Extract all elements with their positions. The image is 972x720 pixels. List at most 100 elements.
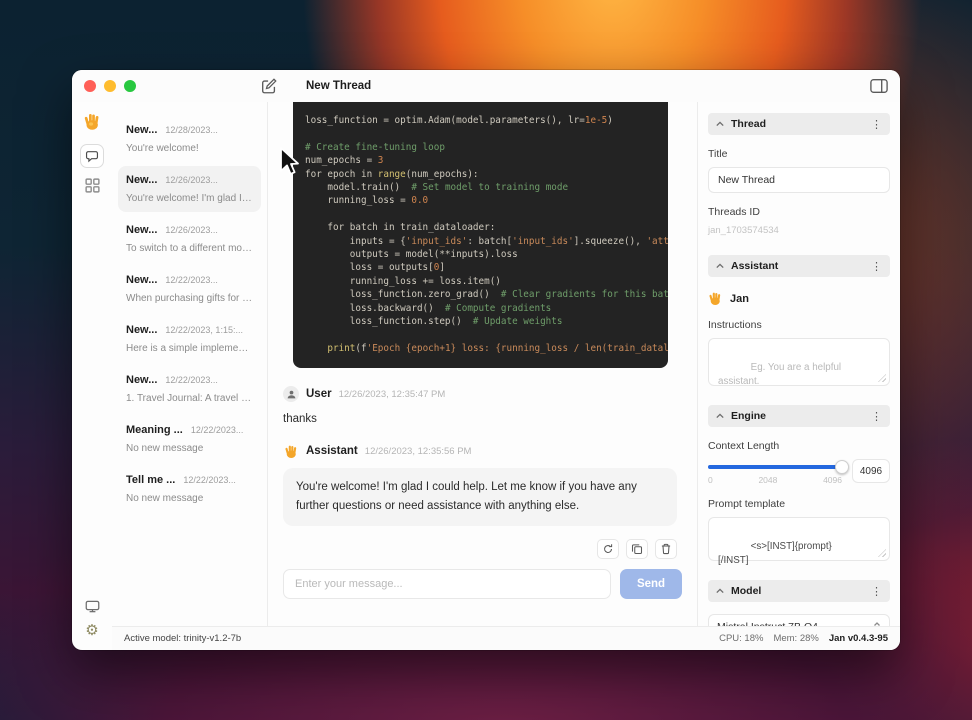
section-label: Assistant	[731, 260, 779, 272]
message-actions	[288, 538, 677, 559]
thread-item-preview: You're welcome!	[126, 143, 199, 154]
resize-handle[interactable]	[878, 549, 886, 557]
message-input-row: Send	[283, 568, 682, 599]
assistant-name: Jan	[730, 292, 749, 305]
threads-id-label: Threads ID	[708, 206, 760, 218]
app-version: Jan v0.4.3-95	[828, 633, 888, 644]
thread-item-title: New...	[126, 224, 158, 236]
section-label: Engine	[731, 410, 767, 422]
thread-item-preview: You're welcome! I'm glad I cou...	[126, 193, 253, 204]
thread-item-preview: To switch to a different model,...	[126, 243, 253, 254]
thread-item-date: 12/22/2023...	[165, 275, 218, 285]
thread-item-title: New...	[126, 274, 158, 286]
jan-wave-logo-icon	[83, 112, 102, 131]
system-monitor-icon[interactable]	[85, 599, 100, 614]
right-panel: Thread ⋮ Title Threads ID jan_1703574534…	[698, 102, 900, 626]
user-message-text: thanks	[283, 413, 317, 425]
thread-item-preview: Here is a simple implementati...	[126, 343, 253, 354]
thread-list-item[interactable]: New... 12/22/2023... 1. Travel Journal: …	[118, 366, 261, 412]
title-label: Title	[708, 148, 728, 160]
memory-status: Mem: 28%	[773, 633, 819, 644]
section-header-assistant[interactable]: Assistant ⋮	[708, 255, 890, 277]
code-block: loss_function = optim.Adam(model.paramet…	[293, 102, 668, 368]
prompt-template-label: Prompt template	[708, 498, 786, 510]
resize-handle[interactable]	[878, 374, 886, 382]
regenerate-button[interactable]	[597, 538, 619, 559]
thread-item-date: 12/26/2023...	[165, 225, 218, 235]
left-rail: ⚙	[72, 102, 112, 650]
copy-button[interactable]	[626, 538, 648, 559]
thread-title-input[interactable]	[708, 167, 890, 193]
assistant-identity: Jan	[708, 291, 890, 306]
prompt-template-textarea[interactable]: <s>[INST]{prompt} [/INST]	[708, 517, 890, 566]
new-thread-compose-icon[interactable]	[260, 77, 278, 95]
thread-item-preview: When purchasing gifts for in-...	[126, 293, 253, 304]
kebab-menu-icon[interactable]: ⋮	[871, 118, 882, 131]
active-model-status: Active model: trinity-v1.2-7b	[124, 633, 242, 644]
thread-list-item[interactable]: New... 12/22/2023... When purchasing gif…	[118, 266, 261, 312]
message-input[interactable]	[283, 568, 611, 599]
thread-item-title: Meaning ...	[126, 424, 183, 436]
thread-item-preview: No new message	[126, 443, 204, 454]
nav-hub-grid-icon[interactable]	[84, 178, 100, 193]
prompt-template-value: <s>[INST]{prompt} [/INST]	[718, 541, 832, 567]
thread-item-date: 12/28/2023...	[165, 125, 218, 135]
thread-item-date: 12/26/2023...	[165, 175, 218, 185]
model-select[interactable]: Mistral Instruct 7B Q4	[708, 614, 890, 626]
user-avatar	[283, 386, 299, 402]
assistant-message-header: Assistant 12/26/2023, 12:35:56 PM	[283, 443, 682, 459]
window-title: New Thread	[306, 80, 372, 92]
kebab-menu-icon[interactable]: ⋮	[871, 410, 882, 423]
chevron-up-icon[interactable]	[716, 262, 724, 270]
cpu-status: CPU: 18%	[719, 633, 764, 644]
instructions-textarea[interactable]: Eg. You are a helpful assistant.	[708, 338, 890, 388]
traffic-lights	[84, 80, 136, 92]
kebab-menu-icon[interactable]: ⋮	[871, 260, 882, 273]
section-header-thread[interactable]: Thread ⋮	[708, 113, 890, 135]
toggle-right-panel-icon[interactable]	[870, 78, 888, 94]
thread-item-title: New...	[126, 124, 158, 136]
settings-gear-icon[interactable]: ⚙	[85, 623, 98, 638]
thread-item-date: 12/22/2023...	[165, 375, 218, 385]
thread-list-item[interactable]: New... 12/22/2023, 1:15:... Here is a si…	[118, 316, 261, 362]
jan-wave-icon	[708, 291, 723, 306]
send-button[interactable]: Send	[620, 568, 682, 599]
status-bar: Active model: trinity-v1.2-7b CPU: 18% M…	[112, 626, 900, 650]
context-length-control: 0 2048 4096 4096	[708, 459, 890, 485]
jan-app-window: New Thread ⚙ New... 12/28/2023... You're…	[72, 70, 900, 650]
message-timestamp: 12/26/2023, 12:35:47 PM	[338, 388, 446, 400]
delete-button[interactable]	[655, 538, 677, 559]
context-length-label: Context Length	[708, 440, 780, 452]
thread-list-item[interactable]: Meaning ... 12/22/2023... No new message	[118, 416, 261, 462]
context-length-value[interactable]: 4096	[852, 459, 890, 483]
zoom-window-button[interactable]	[124, 80, 136, 92]
slider-knob[interactable]	[835, 460, 849, 474]
kebab-menu-icon[interactable]: ⋮	[871, 585, 882, 598]
instructions-placeholder: Eg. You are a helpful assistant.	[718, 362, 844, 388]
thread-item-title: Tell me ...	[126, 474, 176, 486]
thread-item-title: New...	[126, 374, 158, 386]
close-window-button[interactable]	[84, 80, 96, 92]
thread-list: New... 12/28/2023... You're welcome! New…	[112, 102, 268, 626]
minimize-window-button[interactable]	[104, 80, 116, 92]
thread-item-date: 12/22/2023...	[190, 425, 244, 435]
desktop-wallpaper: { "titlebar": { "title": "New Thread" },…	[0, 0, 972, 720]
thread-list-item[interactable]: New... 12/28/2023... You're welcome!	[118, 116, 261, 162]
thread-list-item[interactable]: New... 12/26/2023... To switch to a diff…	[118, 216, 261, 262]
thread-item-title: New...	[126, 174, 158, 186]
message-role: Assistant	[306, 445, 358, 457]
message-timestamp: 12/26/2023, 12:35:56 PM	[364, 445, 472, 457]
thread-item-date: 12/22/2023...	[183, 475, 236, 485]
nav-chat-button[interactable]	[80, 144, 104, 168]
thread-item-preview: 1. Travel Journal: A travel journ...	[126, 393, 253, 404]
threads-id-value: jan_1703574534	[708, 225, 779, 236]
context-length-slider[interactable]	[708, 460, 849, 474]
chevron-up-icon[interactable]	[716, 120, 724, 128]
thread-list-item[interactable]: Tell me ... 12/22/2023... No new message	[118, 466, 261, 512]
thread-item-date: 12/22/2023, 1:15:...	[165, 325, 243, 335]
slider-ticks: 0 2048 4096	[708, 475, 842, 485]
message-role: User	[306, 388, 332, 400]
thread-list-item[interactable]: New... 12/26/2023... You're welcome! I'm…	[118, 166, 261, 212]
section-label: Thread	[731, 118, 767, 130]
thread-item-preview: No new message	[126, 493, 204, 504]
